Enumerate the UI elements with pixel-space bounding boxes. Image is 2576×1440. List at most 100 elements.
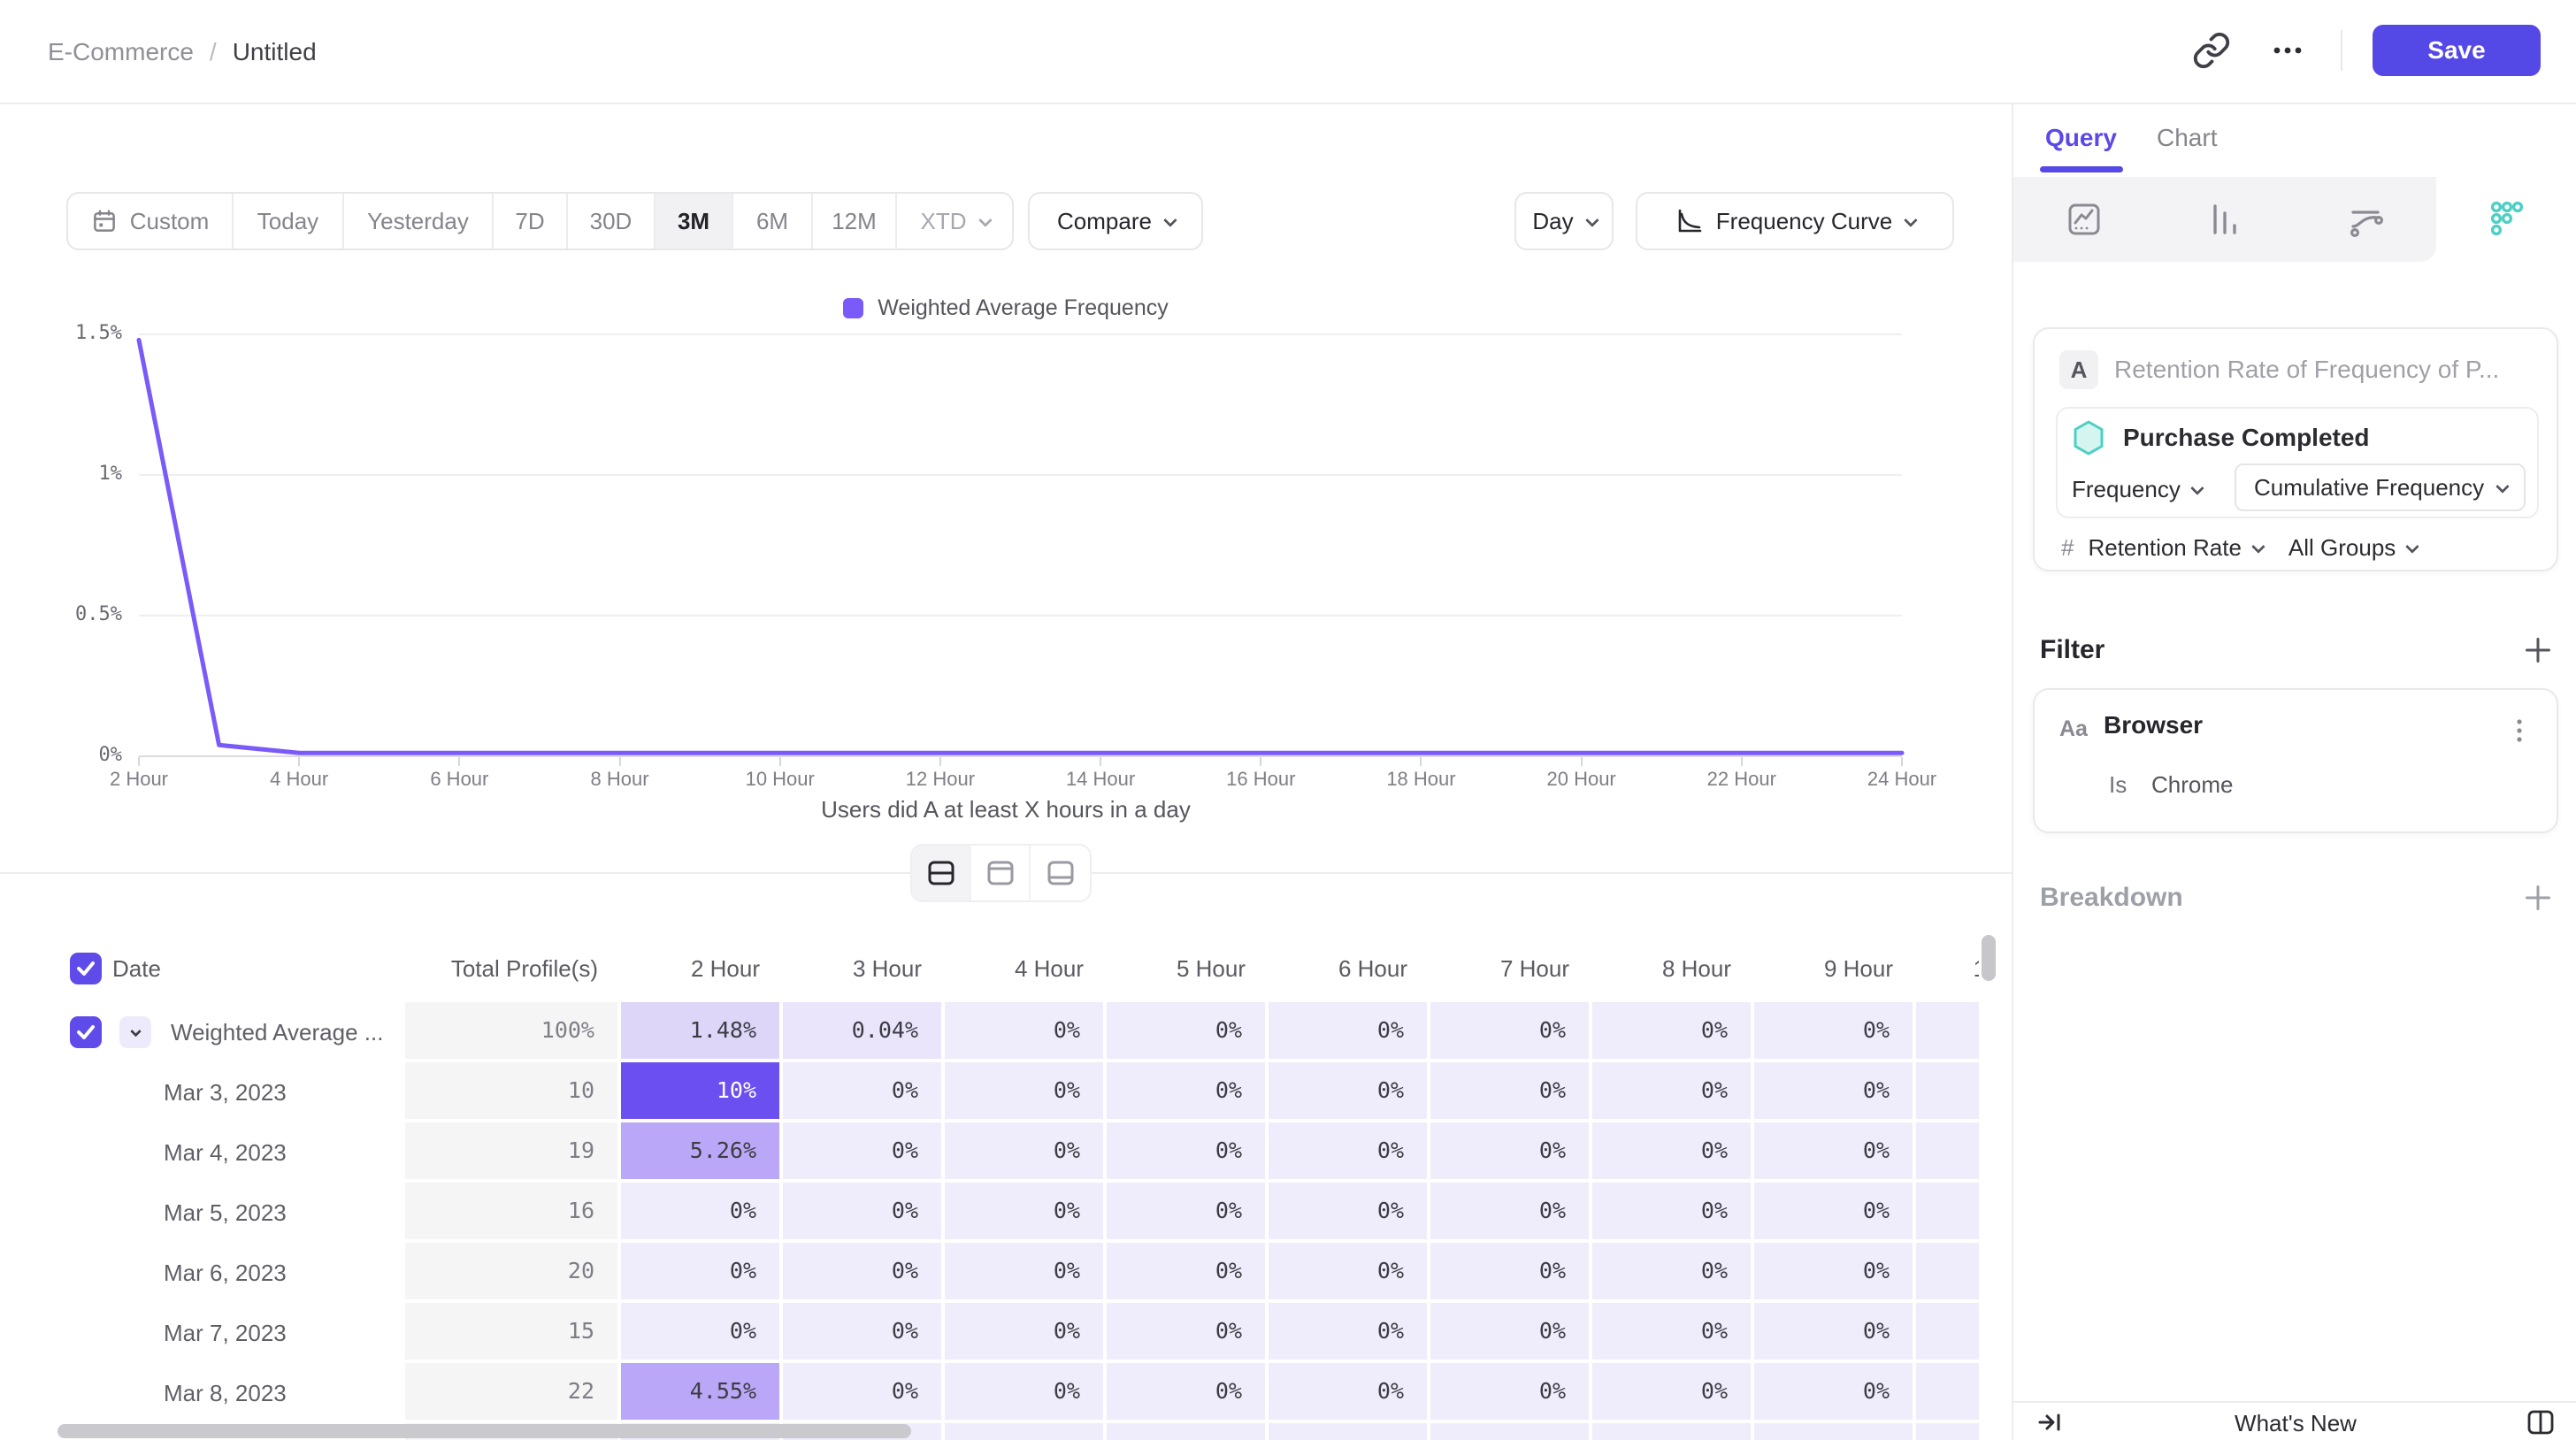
cell-value[interactable]	[1754, 1423, 1916, 1440]
column-header[interactable]: 7 Hour	[1430, 955, 1592, 983]
select-all-checkbox[interactable]	[70, 953, 102, 984]
cell-value[interactable]	[1916, 1363, 1979, 1423]
table-horizontal-scrollbar[interactable]	[58, 1424, 911, 1438]
cell-value[interactable]	[1916, 1423, 1979, 1440]
table-row[interactable]: Mar 4, 2023195.26%0%0%0%0%0%0%0%	[0, 1122, 1979, 1183]
range-custom[interactable]: Custom	[68, 194, 234, 249]
cell-value[interactable]: 0%	[1107, 1122, 1269, 1183]
cell-value[interactable]: 0%	[1430, 1002, 1592, 1062]
table-row[interactable]: Weighted Average ...100%1.48%0.04%0%0%0%…	[0, 1002, 1979, 1062]
cell-value[interactable]: 0%	[1754, 1062, 1916, 1122]
metric-dropdown[interactable]: Retention Rate	[2088, 534, 2261, 562]
cell-value[interactable]: 0%	[1754, 1243, 1916, 1303]
layout-split-button[interactable]	[912, 846, 971, 900]
frequency-dropdown[interactable]: Frequency	[2072, 476, 2201, 503]
cell-value[interactable]: 0%	[945, 1363, 1107, 1423]
chart-type-flow[interactable]	[2295, 177, 2435, 262]
copy-link-button[interactable]	[2189, 27, 2235, 73]
cell-value[interactable]: 0%	[1269, 1363, 1430, 1423]
range-6m[interactable]: 6M	[733, 194, 813, 249]
cell-total[interactable]: 20	[405, 1243, 621, 1303]
table-row[interactable]: Mar 3, 20231010%0%0%0%0%0%0%0%	[0, 1062, 1979, 1122]
cell-value[interactable]: 0%	[1430, 1122, 1592, 1183]
column-header-total[interactable]: Total Profile(s)	[405, 955, 621, 983]
cell-value[interactable]: 0%	[945, 1183, 1107, 1243]
layout-chart-only-button[interactable]	[971, 846, 1031, 900]
cell-value[interactable]: 0%	[1107, 1002, 1269, 1062]
table-row[interactable]: Mar 5, 2023160%0%0%0%0%0%0%0%	[0, 1183, 1979, 1243]
cell-value[interactable]: 0%	[1430, 1183, 1592, 1243]
cell-value[interactable]: 0%	[1269, 1122, 1430, 1183]
cell-value[interactable]: 0%	[1754, 1183, 1916, 1243]
expand-row-button[interactable]	[119, 1016, 151, 1048]
report-title[interactable]: Untitled	[233, 38, 317, 66]
cell-total[interactable]: 16	[405, 1183, 621, 1243]
column-header[interactable]: 10 Hour	[1916, 955, 1979, 983]
cell-value[interactable]	[1916, 1122, 1979, 1183]
cell-value[interactable]	[1916, 1002, 1979, 1062]
cell-value[interactable]: 0%	[1754, 1363, 1916, 1423]
granularity-dropdown[interactable]: Day	[1514, 192, 1614, 250]
cell-total[interactable]: 22	[405, 1363, 621, 1423]
filter-value[interactable]: Chrome	[2151, 771, 2233, 799]
cell-total[interactable]: 19	[405, 1122, 621, 1183]
chart-type-dropdown[interactable]: Frequency Curve	[1636, 192, 1954, 250]
cell-value[interactable]: 4.55%	[621, 1363, 783, 1423]
cell-value[interactable]: 0%	[1269, 1183, 1430, 1243]
cell-value[interactable]: 0%	[783, 1122, 945, 1183]
filter-operator[interactable]: Is	[2109, 771, 2127, 799]
event-selector[interactable]: Purchase Completed	[2072, 419, 2370, 456]
frequency-type-select[interactable]: Cumulative Frequency	[2235, 463, 2526, 511]
cell-value[interactable]: 0%	[1592, 1122, 1754, 1183]
table-vertical-scrollbar[interactable]	[1982, 935, 1996, 981]
cell-value[interactable]: 0%	[1107, 1303, 1269, 1363]
column-header[interactable]: 2 Hour	[621, 955, 783, 983]
table-row[interactable]: Mar 8, 2023224.55%0%0%0%0%0%0%0%	[0, 1363, 1979, 1423]
cell-value[interactable]: 0%	[783, 1183, 945, 1243]
cell-value[interactable]: 0%	[1430, 1243, 1592, 1303]
range-yesterday[interactable]: Yesterday	[344, 194, 494, 249]
toggle-sidebar-button[interactable]	[2525, 1406, 2557, 1438]
add-breakdown-button[interactable]	[2523, 883, 2553, 913]
range-xtd[interactable]: XTD	[897, 194, 1012, 249]
cell-value[interactable]: 0%	[1430, 1303, 1592, 1363]
cell-value[interactable]: 0%	[945, 1002, 1107, 1062]
cell-value[interactable]: 0%	[621, 1243, 783, 1303]
cell-value[interactable]: 0%	[1592, 1183, 1754, 1243]
cell-value[interactable]	[1107, 1423, 1269, 1440]
more-options-button[interactable]	[2265, 27, 2311, 73]
cell-value[interactable]: 0%	[1754, 1002, 1916, 1062]
cell-value[interactable]: 0%	[1107, 1183, 1269, 1243]
compare-button[interactable]: Compare	[1028, 192, 1203, 250]
cell-value[interactable]: 0%	[945, 1122, 1107, 1183]
cell-value[interactable]: 0%	[621, 1303, 783, 1363]
table-row[interactable]: Mar 7, 2023150%0%0%0%0%0%0%0%	[0, 1303, 1979, 1363]
range-today[interactable]: Today	[234, 194, 344, 249]
cell-value[interactable]: 0%	[1592, 1243, 1754, 1303]
cell-value[interactable]: 1.48%	[621, 1002, 783, 1062]
cell-value[interactable]: 0%	[783, 1243, 945, 1303]
column-header[interactable]: 3 Hour	[783, 955, 945, 983]
cell-value[interactable]: 0%	[1107, 1243, 1269, 1303]
cell-value[interactable]: 0%	[1592, 1002, 1754, 1062]
cell-total[interactable]: 10	[405, 1062, 621, 1122]
cell-value[interactable]: 0%	[783, 1363, 945, 1423]
cell-value[interactable]	[1916, 1062, 1979, 1122]
layout-table-only-button[interactable]	[1031, 846, 1090, 900]
cell-value[interactable]	[945, 1423, 1107, 1440]
cell-value[interactable]: 0%	[945, 1243, 1107, 1303]
column-header-date[interactable]: Date	[112, 935, 161, 1002]
cell-value[interactable]: 0%	[1107, 1062, 1269, 1122]
save-button[interactable]: Save	[2373, 25, 2541, 76]
column-header[interactable]: 9 Hour	[1754, 955, 1916, 983]
whats-new-link[interactable]: What's New	[2013, 1410, 2576, 1437]
column-header[interactable]: 8 Hour	[1592, 955, 1754, 983]
cell-value[interactable]	[1592, 1423, 1754, 1440]
cell-value[interactable]: 0%	[1107, 1363, 1269, 1423]
cell-value[interactable]: 0%	[1430, 1363, 1592, 1423]
range-3m-selected[interactable]: 3M	[656, 194, 733, 249]
tab-query[interactable]: Query	[2045, 124, 2117, 152]
cell-value[interactable]: 0%	[945, 1062, 1107, 1122]
cell-value[interactable]: 0%	[945, 1303, 1107, 1363]
cell-value[interactable]: 0%	[1430, 1062, 1592, 1122]
